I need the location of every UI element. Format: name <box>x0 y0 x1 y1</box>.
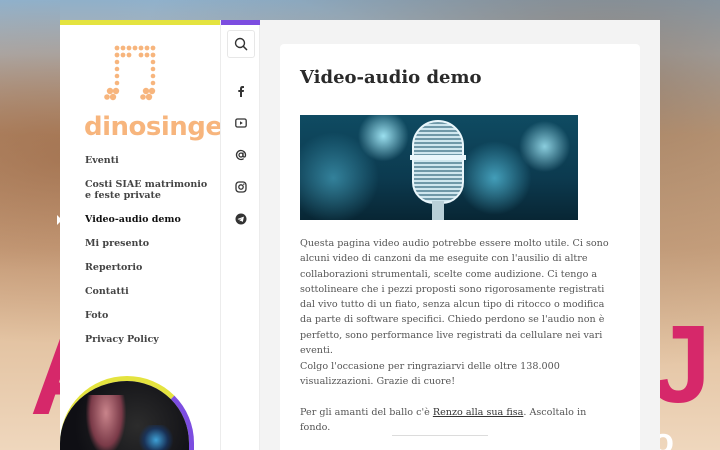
menu-item-mi-presento[interactable]: Mi presento <box>85 238 215 249</box>
dance-text-prefix: Per gli amanti del ballo c'è <box>300 407 433 418</box>
menu-item-foto[interactable]: Foto <box>85 310 215 321</box>
youtube-icon <box>235 118 247 128</box>
email-icon <box>235 149 247 161</box>
sidebar-performer-image <box>60 376 194 450</box>
facebook-icon <box>238 86 244 97</box>
facebook-link[interactable] <box>231 81 251 101</box>
microphone-image <box>300 115 578 220</box>
content-area: Video-audio demo Questa pagina video aud… <box>260 20 660 450</box>
logo-text[interactable]: dinosinger <box>84 114 235 140</box>
menu-item-video-audio-demo[interactable]: Video-audio demo <box>57 214 215 225</box>
active-indicator <box>57 215 62 225</box>
performer-figure <box>86 395 126 450</box>
search-button[interactable] <box>227 30 255 58</box>
telegram-link[interactable] <box>231 209 251 229</box>
email-link[interactable] <box>231 145 251 165</box>
intro-paragraph: Questa pagina video audio potrebbe esser… <box>300 238 609 357</box>
instagram-icon <box>235 181 247 193</box>
microphone-head <box>412 120 464 204</box>
menu-item-privacy-policy[interactable]: Privacy Policy <box>85 334 215 345</box>
youtube-link[interactable] <box>231 113 251 133</box>
microphone-band <box>410 155 466 160</box>
content-divider <box>392 435 488 436</box>
sidebar: dinosinger Eventi Costi SIAE matrimonio … <box>57 20 235 450</box>
page-title: Video-audio demo <box>300 67 482 88</box>
article-card: Video-audio demo Questa pagina video aud… <box>280 44 640 450</box>
menu-item-repertorio[interactable]: Repertorio <box>85 262 215 273</box>
menu-item-contatti[interactable]: Contatti <box>85 286 215 297</box>
renzo-link[interactable]: Renzo alla sua fisa <box>433 407 524 418</box>
stage-light <box>138 425 174 450</box>
menu-item-costi-siae[interactable]: Costi SIAE matrimonio e feste private <box>85 179 215 201</box>
social-icon-rail <box>220 20 261 450</box>
sidebar-accent-bar <box>60 20 220 25</box>
instagram-link[interactable] <box>231 177 251 197</box>
main-menu: Eventi Costi SIAE matrimonio e feste pri… <box>57 155 215 358</box>
menu-item-label: Video-audio demo <box>85 214 181 225</box>
search-icon <box>234 37 248 51</box>
telegram-icon <box>235 213 247 225</box>
microphone-stem <box>432 201 444 220</box>
dance-paragraph: Per gli amanti del ballo c'è Renzo alla … <box>300 405 612 436</box>
thanks-paragraph: Colgo l'occasione per ringraziarvi delle… <box>300 361 560 388</box>
rail-accent-bar <box>221 20 261 25</box>
menu-item-eventi[interactable]: Eventi <box>85 155 215 166</box>
